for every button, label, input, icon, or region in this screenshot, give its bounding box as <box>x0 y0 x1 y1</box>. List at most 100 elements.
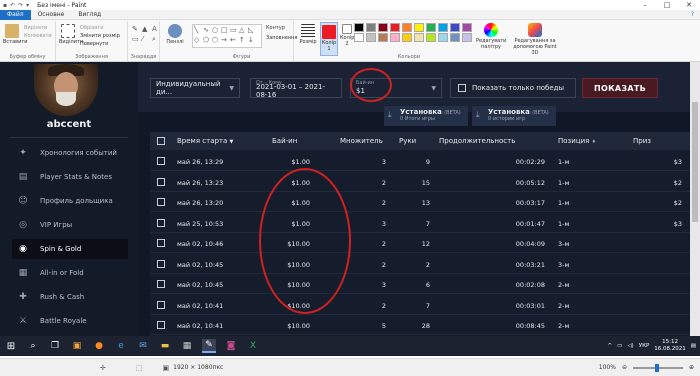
cut-button[interactable]: Вирізати <box>24 25 47 31</box>
palette-swatch[interactable] <box>414 33 424 42</box>
mail-icon[interactable]: ✉ <box>136 339 150 353</box>
network-icon[interactable]: ▭ <box>617 343 622 349</box>
palette-swatch[interactable] <box>390 33 400 42</box>
help-icon[interactable]: ? <box>691 11 700 18</box>
palette-swatch[interactable] <box>438 23 448 32</box>
text-icon[interactable]: A <box>152 25 160 33</box>
palette-swatch[interactable] <box>426 23 436 32</box>
shapes-gallery[interactable]: ╲ ∿ ○ □ ▭ △ ◺ ◇ ⬠ ⬡ → ← ↑ ↓ <box>192 24 262 48</box>
zoom-slider-thumb[interactable] <box>654 363 659 372</box>
customize-icon[interactable]: ▾ <box>26 2 29 9</box>
wins-only-checkbox[interactable]: Показать только победы <box>450 78 576 98</box>
color-picker-icon[interactable]: ⁄ <box>142 35 150 44</box>
row-checkbox[interactable] <box>157 198 165 206</box>
sidebar-item[interactable]: ✦ Хронология событий <box>12 143 128 163</box>
col-buyin[interactable]: Бай-ин <box>272 137 297 145</box>
pencil-icon[interactable]: ✎ <box>132 25 140 33</box>
color1-button[interactable]: Колір 1 <box>320 22 338 56</box>
outline-button[interactable]: Контур <box>266 25 285 31</box>
clock[interactable]: 15:12 16.08.2021 <box>654 339 686 353</box>
resize-button[interactable]: Змінити розмір <box>80 33 120 39</box>
sidebar-item[interactable]: ▤ Player Stats & Notes <box>12 167 128 187</box>
windows-start-icon[interactable]: ⊞ <box>4 339 18 353</box>
brushes-button[interactable]: Пензлі <box>163 24 187 45</box>
table-row[interactable]: май 02, 10:41 $10.00 2 7 00:03:01 2-м <box>150 295 690 315</box>
crop-button[interactable]: Обрізати <box>80 25 103 31</box>
store-icon[interactable]: ▣ <box>70 339 84 353</box>
install-game-history-button[interactable]: ⤓ Установка (BETA) 0 истории игр <box>472 106 556 126</box>
row-checkbox[interactable] <box>157 218 165 227</box>
photos-icon[interactable]: ◙ <box>224 339 238 353</box>
table-row[interactable]: май 02, 10:45 $10.00 2 2 00:03:21 3-м <box>150 254 690 274</box>
row-checkbox[interactable] <box>157 157 165 165</box>
row-checkbox[interactable] <box>157 300 165 309</box>
paint3d-button[interactable]: Редагування за допомогою Paint 3D <box>512 23 558 56</box>
palette-swatch[interactable] <box>462 33 472 42</box>
palette-swatch[interactable] <box>426 33 436 42</box>
vertical-scrollbar[interactable] <box>690 62 700 336</box>
table-row[interactable]: май 02, 10:41 $10.00 5 28 00:08:45 2-м <box>150 315 690 335</box>
col-hands[interactable]: Руки <box>399 137 416 145</box>
palette-swatch[interactable] <box>378 33 388 42</box>
table-row[interactable]: май 26, 13:23 $1.00 2 15 00:05:12 1-м $2 <box>150 172 690 192</box>
firefox-icon[interactable]: ● <box>92 339 106 353</box>
sidebar-item[interactable]: ✚ Rush & Cash <box>12 287 128 307</box>
install-game-results-button[interactable]: ⤓ Установка (BETA) 0 Итоги игры <box>384 106 468 126</box>
search-icon[interactable]: ⌕ <box>26 339 40 353</box>
row-checkbox[interactable] <box>157 239 165 247</box>
paste-button[interactable]: Вставити <box>3 24 28 45</box>
col-position[interactable]: Позиция ♦ <box>558 137 596 145</box>
col-duration[interactable]: Продолжительность <box>439 137 515 145</box>
palette-swatch[interactable] <box>402 23 412 32</box>
calculator-icon[interactable]: ▦ <box>180 339 194 353</box>
eraser-icon[interactable]: ▭ <box>132 35 140 44</box>
volume-icon[interactable]: ◁) <box>627 343 633 349</box>
edge-icon[interactable]: e <box>114 339 128 353</box>
table-row[interactable]: май 02, 10:46 $10.00 2 12 00:04:09 3-м <box>150 233 690 253</box>
sidebar-item[interactable]: ☺ Профиль дольщика <box>12 191 128 211</box>
palette-swatch[interactable] <box>366 23 376 32</box>
row-checkbox[interactable] <box>157 259 165 268</box>
notifications-icon[interactable]: ▤ <box>691 343 696 349</box>
col-start-time[interactable]: Время старта ▼ <box>177 137 233 145</box>
sidebar-item[interactable]: ⚔ Battle Royale <box>12 311 128 331</box>
sidebar-item[interactable]: ▦ All-in or Fold <box>12 263 128 283</box>
palette-swatch[interactable] <box>366 33 376 42</box>
scrollbar-thumb[interactable] <box>692 102 698 222</box>
fill-button[interactable]: Заповнення <box>266 35 297 41</box>
palette-swatch[interactable] <box>354 33 364 42</box>
table-row[interactable]: май 26, 13:29 $1.00 3 9 00:02:29 1-м $3 <box>150 151 690 171</box>
tab-view[interactable]: Вигляд <box>71 11 108 18</box>
tab-home[interactable]: Основне <box>31 11 72 18</box>
tab-file[interactable]: Файл <box>0 9 31 20</box>
palette-swatch[interactable] <box>378 23 388 32</box>
zoom-slider[interactable] <box>632 363 683 372</box>
palette-swatch[interactable] <box>402 33 412 42</box>
select-button[interactable]: Виділити <box>59 24 83 45</box>
fill-icon[interactable]: ▲ <box>142 25 150 33</box>
minimize-button[interactable]: – <box>634 1 656 9</box>
redo-icon[interactable]: ↷ <box>18 2 23 9</box>
select-all-checkbox[interactable] <box>157 137 165 145</box>
col-prize[interactable]: Приз <box>633 137 651 145</box>
zoom-out-button[interactable]: ⊖ <box>622 364 627 371</box>
undo-icon[interactable]: ↶ <box>10 2 15 9</box>
save-icon[interactable]: ▪ <box>3 2 7 9</box>
explorer-icon[interactable]: ▬ <box>158 339 172 353</box>
edit-colors-button[interactable]: Редагувати палітру <box>476 23 506 50</box>
palette-swatch[interactable] <box>450 33 460 42</box>
rotate-button[interactable]: Повернути <box>80 41 108 47</box>
copy-button[interactable]: Копіювати <box>24 33 52 39</box>
palette-swatch[interactable] <box>354 23 364 32</box>
show-button[interactable]: ПОКАЗАТЬ <box>582 78 658 98</box>
zoom-in-button[interactable]: ⊕ <box>689 364 694 371</box>
table-row[interactable]: май 25, 10:53 $1.00 3 7 00:01:47 1-м $3 <box>150 213 690 233</box>
table-row[interactable]: май 26, 13:20 $1.00 2 13 00:03:17 1-м $2 <box>150 192 690 212</box>
palette-swatch[interactable] <box>390 23 400 32</box>
keyboard-language[interactable]: УКР <box>639 343 650 349</box>
date-range-field[interactable]: От – Кому 2021-03-01 – 2021-08-16 <box>250 78 342 99</box>
game-type-select[interactable]: Индивидуальный ди... ▼ <box>150 78 240 98</box>
col-multiplier[interactable]: Множитель <box>340 137 383 145</box>
palette-swatch[interactable] <box>462 23 472 32</box>
task-view-icon[interactable]: ❐ <box>48 339 62 353</box>
